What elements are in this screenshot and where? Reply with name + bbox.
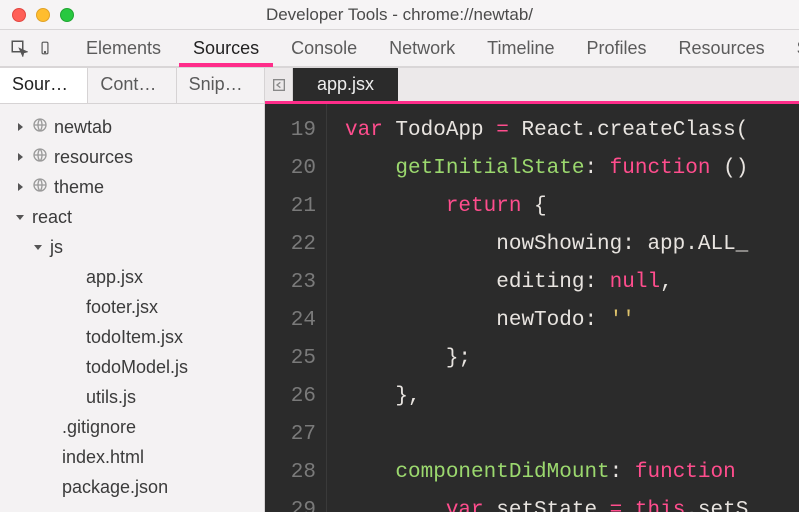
titlebar: Developer Tools - chrome://newtab/ (0, 0, 799, 30)
devtools-tabbar: ElementsSourcesConsoleNetworkTimelinePro… (0, 30, 799, 68)
tree-item-label: react (32, 207, 72, 228)
editor-tabbar: app.jsx (265, 68, 799, 104)
globe-icon (32, 147, 48, 168)
file--gitignore[interactable]: .gitignore (8, 412, 260, 442)
sidebar-subtab-snip[interactable]: Snip… (177, 68, 264, 103)
line-gutter: 1920212223242526272829 (265, 104, 327, 512)
tree-item-label: js (50, 237, 63, 258)
line-number: 23 (265, 264, 316, 302)
line-number: 19 (265, 112, 316, 150)
tree-item-label: todoItem.jsx (86, 327, 183, 348)
code-editor: app.jsx 1920212223242526272829 var TodoA… (265, 68, 799, 512)
main-tabs: ElementsSourcesConsoleNetworkTimelinePro… (70, 31, 799, 65)
line-number: 25 (265, 340, 316, 378)
close-window-icon[interactable] (12, 8, 26, 22)
code-line[interactable]: return { (345, 188, 799, 226)
main-tab-elements[interactable]: Elements (70, 31, 177, 65)
folder-js[interactable]: js (8, 232, 260, 262)
main-tab-securit[interactable]: Securit (781, 31, 799, 65)
sidebar-subtabs: Sour…Cont…Snip… (0, 68, 264, 104)
folder-resources[interactable]: resources (8, 142, 260, 172)
file-footer-jsx[interactable]: footer.jsx (8, 292, 260, 322)
code-line[interactable]: newTodo: '' (345, 302, 799, 340)
file-todoModel-js[interactable]: todoModel.js (8, 352, 260, 382)
file-app-jsx[interactable]: app.jsx (8, 262, 260, 292)
line-number: 20 (265, 150, 316, 188)
disclosure-arrow-icon[interactable] (14, 182, 26, 192)
tree-item-label: footer.jsx (86, 297, 158, 318)
folder-newtab[interactable]: newtab (8, 112, 260, 142)
maximize-window-icon[interactable] (60, 8, 74, 22)
window-controls (0, 8, 74, 22)
globe-icon (32, 177, 48, 198)
tree-item-label: newtab (54, 117, 112, 138)
tree-item-label: utils.js (86, 387, 136, 408)
folder-theme[interactable]: theme (8, 172, 260, 202)
line-number: 21 (265, 188, 316, 226)
code-line[interactable] (345, 416, 799, 454)
code-area[interactable]: 1920212223242526272829 var TodoApp = Rea… (265, 104, 799, 512)
tree-item-label: app.jsx (86, 267, 143, 288)
file-index-html[interactable]: index.html (8, 442, 260, 472)
file-utils-js[interactable]: utils.js (8, 382, 260, 412)
code-line[interactable]: var TodoApp = React.createClass( (345, 112, 799, 150)
editor-tab-spacer (398, 68, 799, 101)
nav-back-icon[interactable] (265, 68, 293, 101)
minimize-window-icon[interactable] (36, 8, 50, 22)
inspect-element-icon[interactable] (10, 39, 28, 57)
code-line[interactable]: getInitialState: function () (345, 150, 799, 188)
main-tab-network[interactable]: Network (373, 31, 471, 65)
code-body[interactable]: var TodoApp = React.createClass( getInit… (327, 104, 799, 512)
disclosure-arrow-icon[interactable] (14, 152, 26, 162)
window-title: Developer Tools - chrome://newtab/ (0, 5, 799, 25)
line-number: 29 (265, 492, 316, 512)
code-line[interactable]: editing: null, (345, 264, 799, 302)
disclosure-arrow-icon[interactable] (32, 242, 44, 252)
code-line[interactable]: }; (345, 340, 799, 378)
editor-tab-app[interactable]: app.jsx (293, 68, 398, 101)
disclosure-arrow-icon[interactable] (14, 212, 26, 222)
main-tab-resources[interactable]: Resources (663, 31, 781, 65)
sidebar-subtab-sour[interactable]: Sour… (0, 68, 88, 103)
file-package-json[interactable]: package.json (8, 472, 260, 502)
file-tree: newtab resources theme react js app.jsx footer… (0, 104, 264, 512)
tree-item-label: .gitignore (62, 417, 136, 438)
sidebar-subtab-cont[interactable]: Cont… (88, 68, 176, 103)
line-number: 24 (265, 302, 316, 340)
line-number: 28 (265, 454, 316, 492)
code-line[interactable]: var setState = this.setS (345, 492, 799, 512)
tree-item-label: todoModel.js (86, 357, 188, 378)
code-line[interactable]: }, (345, 378, 799, 416)
folder-react[interactable]: react (8, 202, 260, 232)
disclosure-arrow-icon[interactable] (14, 122, 26, 132)
file-todoItem-jsx[interactable]: todoItem.jsx (8, 322, 260, 352)
main-tab-timeline[interactable]: Timeline (471, 31, 570, 65)
sources-sidebar: Sour…Cont…Snip… newtab resources theme reac… (0, 68, 265, 512)
tree-item-label: package.json (62, 477, 168, 498)
main-tab-profiles[interactable]: Profiles (571, 31, 663, 65)
line-number: 26 (265, 378, 316, 416)
editor-tab-label: app.jsx (317, 74, 374, 95)
line-number: 22 (265, 226, 316, 264)
tree-item-label: theme (54, 177, 104, 198)
device-toolbar-icon[interactable] (38, 38, 52, 58)
globe-icon (32, 117, 48, 138)
code-line[interactable]: nowShowing: app.ALL_ (345, 226, 799, 264)
main-tab-sources[interactable]: Sources (177, 31, 275, 65)
line-number: 27 (265, 416, 316, 454)
main-tab-console[interactable]: Console (275, 31, 373, 65)
tree-item-label: index.html (62, 447, 144, 468)
code-line[interactable]: componentDidMount: function (345, 454, 799, 492)
tree-item-label: resources (54, 147, 133, 168)
